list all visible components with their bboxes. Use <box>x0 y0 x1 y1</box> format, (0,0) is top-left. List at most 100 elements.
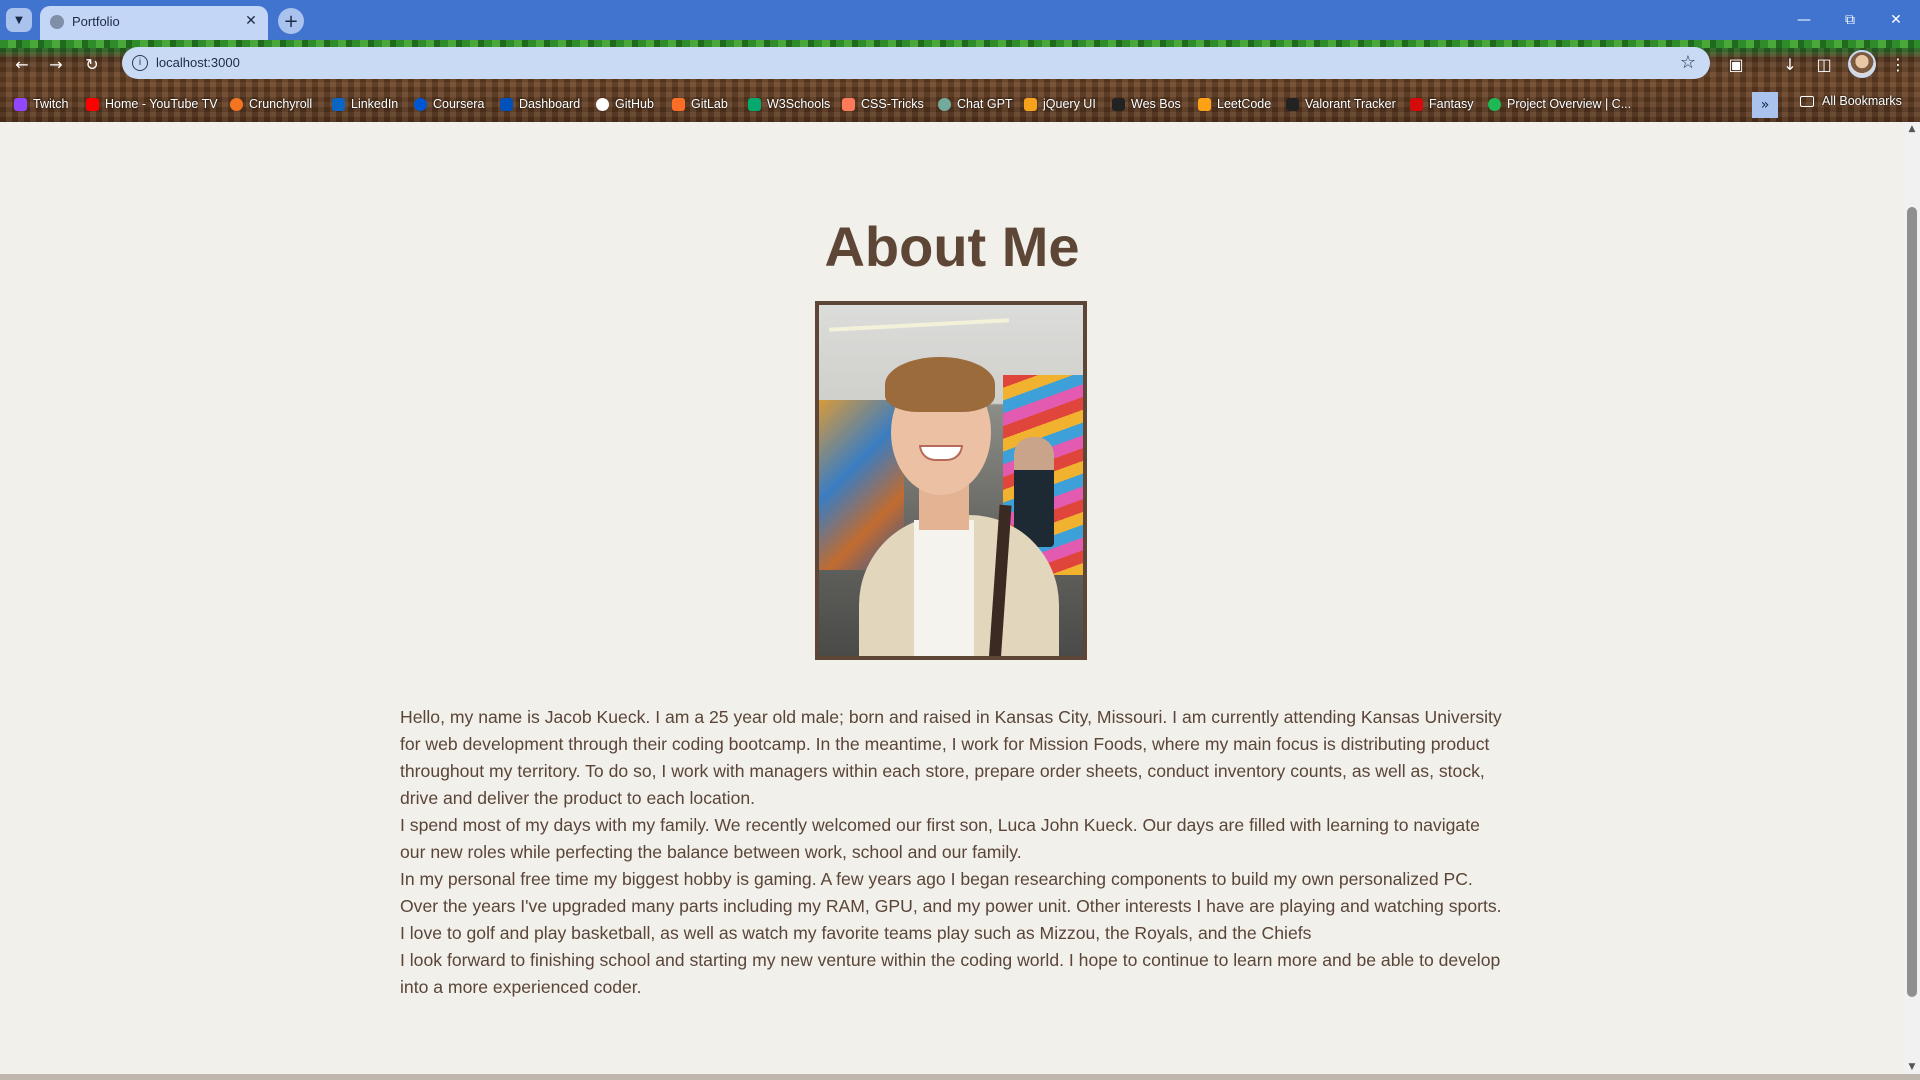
bio-paragraph: In my personal free time my biggest hobb… <box>400 869 1502 943</box>
bookmark-chatgpt[interactable]: Chat GPT <box>938 94 1013 114</box>
github-icon <box>596 97 609 111</box>
chevron-down-icon: ▼ <box>15 14 23 26</box>
tab-title: Portfolio <box>72 14 120 29</box>
bookmark-label: Wes Bos <box>1131 97 1181 111</box>
photo-shirt <box>914 520 974 656</box>
bookmark-label: LinkedIn <box>351 97 399 111</box>
css-tricks-icon <box>842 97 855 111</box>
crunchyroll-icon <box>230 97 243 111</box>
bookmark-github[interactable]: GitHub <box>596 94 654 114</box>
bookmark-label: GitHub <box>615 97 654 111</box>
bookmarks-overflow-button[interactable]: » <box>1752 92 1778 118</box>
gitlab-icon <box>672 97 685 111</box>
puzzle-icon: ▣ <box>1728 54 1744 74</box>
bookmark-label: Project Overview | C... <box>1507 97 1632 111</box>
tab-portfolio[interactable]: Portfolio ✕ <box>40 6 268 40</box>
page-viewport: About Me Hello, my name is Jacob Kueck. … <box>0 122 1904 1076</box>
bookmark-gitlab[interactable]: GitLab <box>672 94 728 114</box>
photo-ceiling-light <box>829 318 1009 332</box>
bookmark-label: GitLab <box>691 97 728 111</box>
minimize-button[interactable]: — <box>1784 8 1824 32</box>
all-bookmarks-button[interactable]: All Bookmarks <box>1800 94 1902 108</box>
profile-photo <box>819 305 1083 656</box>
bookmark-label: Fantasy <box>1429 97 1474 111</box>
side-panel-button[interactable]: ◫ <box>1812 52 1836 76</box>
bookmark-css-tricks[interactable]: CSS-Tricks <box>842 94 924 114</box>
bookmark-w3schools[interactable]: W3Schools <box>748 94 830 114</box>
bookmark-leetcode[interactable]: LeetCode <box>1198 94 1271 114</box>
side-panel-icon: ◫ <box>1816 54 1832 74</box>
bookmark-twitch[interactable]: Twitch <box>14 94 68 114</box>
bookmark-fantasy[interactable]: Fantasy <box>1410 94 1473 114</box>
bookmark-label: CSS-Tricks <box>861 97 924 111</box>
bookmark-wes-bos[interactable]: Wes Bos <box>1112 94 1181 114</box>
scroll-up-arrow-icon[interactable]: ▲ <box>1904 124 1920 136</box>
restore-button[interactable]: ⧉ <box>1830 8 1870 32</box>
jquery-icon <box>1024 97 1037 111</box>
kebab-menu-icon: ⋮ <box>1890 54 1906 74</box>
bio-paragraph: I spend most of my days with my family. … <box>400 815 1480 862</box>
w3schools-icon <box>748 97 761 111</box>
window-bottom-edge <box>0 1074 1920 1080</box>
bookmark-label: jQuery UI <box>1043 97 1096 111</box>
url-text[interactable]: localhost:3000 <box>156 55 240 70</box>
extensions-button[interactable]: ▣ <box>1724 52 1748 76</box>
twitch-icon <box>14 97 27 111</box>
tab-search-button[interactable]: ▼ <box>6 8 32 32</box>
bookmark-label: Chat GPT <box>957 97 1013 111</box>
bookmark-label: LeetCode <box>1217 97 1272 111</box>
address-bar[interactable]: i localhost:3000 ☆ <box>122 47 1710 79</box>
chatgpt-icon <box>938 97 951 111</box>
bookmark-valorant-tracker[interactable]: Valorant Tracker <box>1286 94 1396 114</box>
bookmark-label: Valorant Tracker <box>1305 97 1396 111</box>
project-icon <box>1488 97 1501 111</box>
bookmark-label: Twitch <box>33 97 69 111</box>
bookmark-crunchyroll[interactable]: Crunchyroll <box>230 94 312 114</box>
close-window-button[interactable]: ✕ <box>1876 8 1916 32</box>
bookmark-label: Coursera <box>433 97 485 111</box>
site-info-icon[interactable]: i <box>132 55 148 71</box>
double-chevron-right-icon: » <box>1760 97 1770 113</box>
browser-chrome: ▼ Portfolio ✕ + — ⧉ ✕ ← → ↻ i localhost:… <box>0 0 1920 122</box>
youtube-icon <box>86 97 99 111</box>
linkedin-icon <box>332 97 345 111</box>
bookmark-label: Crunchyroll <box>249 97 313 111</box>
reload-icon: ↻ <box>85 54 99 74</box>
menu-button[interactable]: ⋮ <box>1886 52 1910 76</box>
bookmark-youtube-tv[interactable]: Home - YouTube TV <box>86 94 218 114</box>
bookmark-linkedin[interactable]: LinkedIn <box>332 94 398 114</box>
page-title: About Me <box>824 215 1080 278</box>
bookmark-dashboard[interactable]: Dashboard <box>500 94 580 114</box>
scroll-down-arrow-icon[interactable]: ▼ <box>1904 1062 1920 1074</box>
forward-button[interactable]: → <box>44 52 68 76</box>
folder-icon <box>1800 95 1814 107</box>
profile-avatar[interactable] <box>1848 50 1876 78</box>
minimize-icon: — <box>1797 12 1811 28</box>
tracker-icon <box>1286 97 1299 111</box>
download-icon: ↓ <box>1783 54 1797 74</box>
bookmark-label: Home - YouTube TV <box>105 97 218 111</box>
photo-hair <box>885 357 995 412</box>
bookmark-coursera[interactable]: Coursera <box>414 94 484 114</box>
bookmark-label: W3Schools <box>767 97 831 111</box>
close-icon[interactable]: ✕ <box>242 12 260 30</box>
close-window-icon: ✕ <box>1890 12 1902 28</box>
downloads-button[interactable]: ↓ <box>1778 52 1802 76</box>
back-button[interactable]: ← <box>10 52 34 76</box>
ku-icon <box>500 97 513 111</box>
page-scrollbar[interactable]: ▲ ▼ <box>1904 122 1920 1076</box>
bookmark-jquery-ui[interactable]: jQuery UI <box>1024 94 1096 114</box>
bookmark-label: Dashboard <box>519 97 581 111</box>
new-tab-button[interactable]: + <box>278 8 304 34</box>
scroll-thumb[interactable] <box>1907 207 1917 997</box>
restore-icon: ⧉ <box>1845 12 1855 28</box>
bookmark-star-icon[interactable]: ☆ <box>1680 52 1696 73</box>
reload-button[interactable]: ↻ <box>80 52 104 76</box>
tab-strip: ▼ Portfolio ✕ + — ⧉ ✕ <box>0 0 1920 40</box>
bio-paragraph: I look forward to finishing school and s… <box>400 950 1501 997</box>
bookmark-project-overview[interactable]: Project Overview | C... <box>1488 94 1631 114</box>
wesbos-icon <box>1112 97 1125 111</box>
bio-paragraph: Hello, my name is Jacob Kueck. I am a 25… <box>400 707 1502 808</box>
tab-favicon-icon <box>50 15 64 29</box>
coursera-icon <box>414 97 427 111</box>
